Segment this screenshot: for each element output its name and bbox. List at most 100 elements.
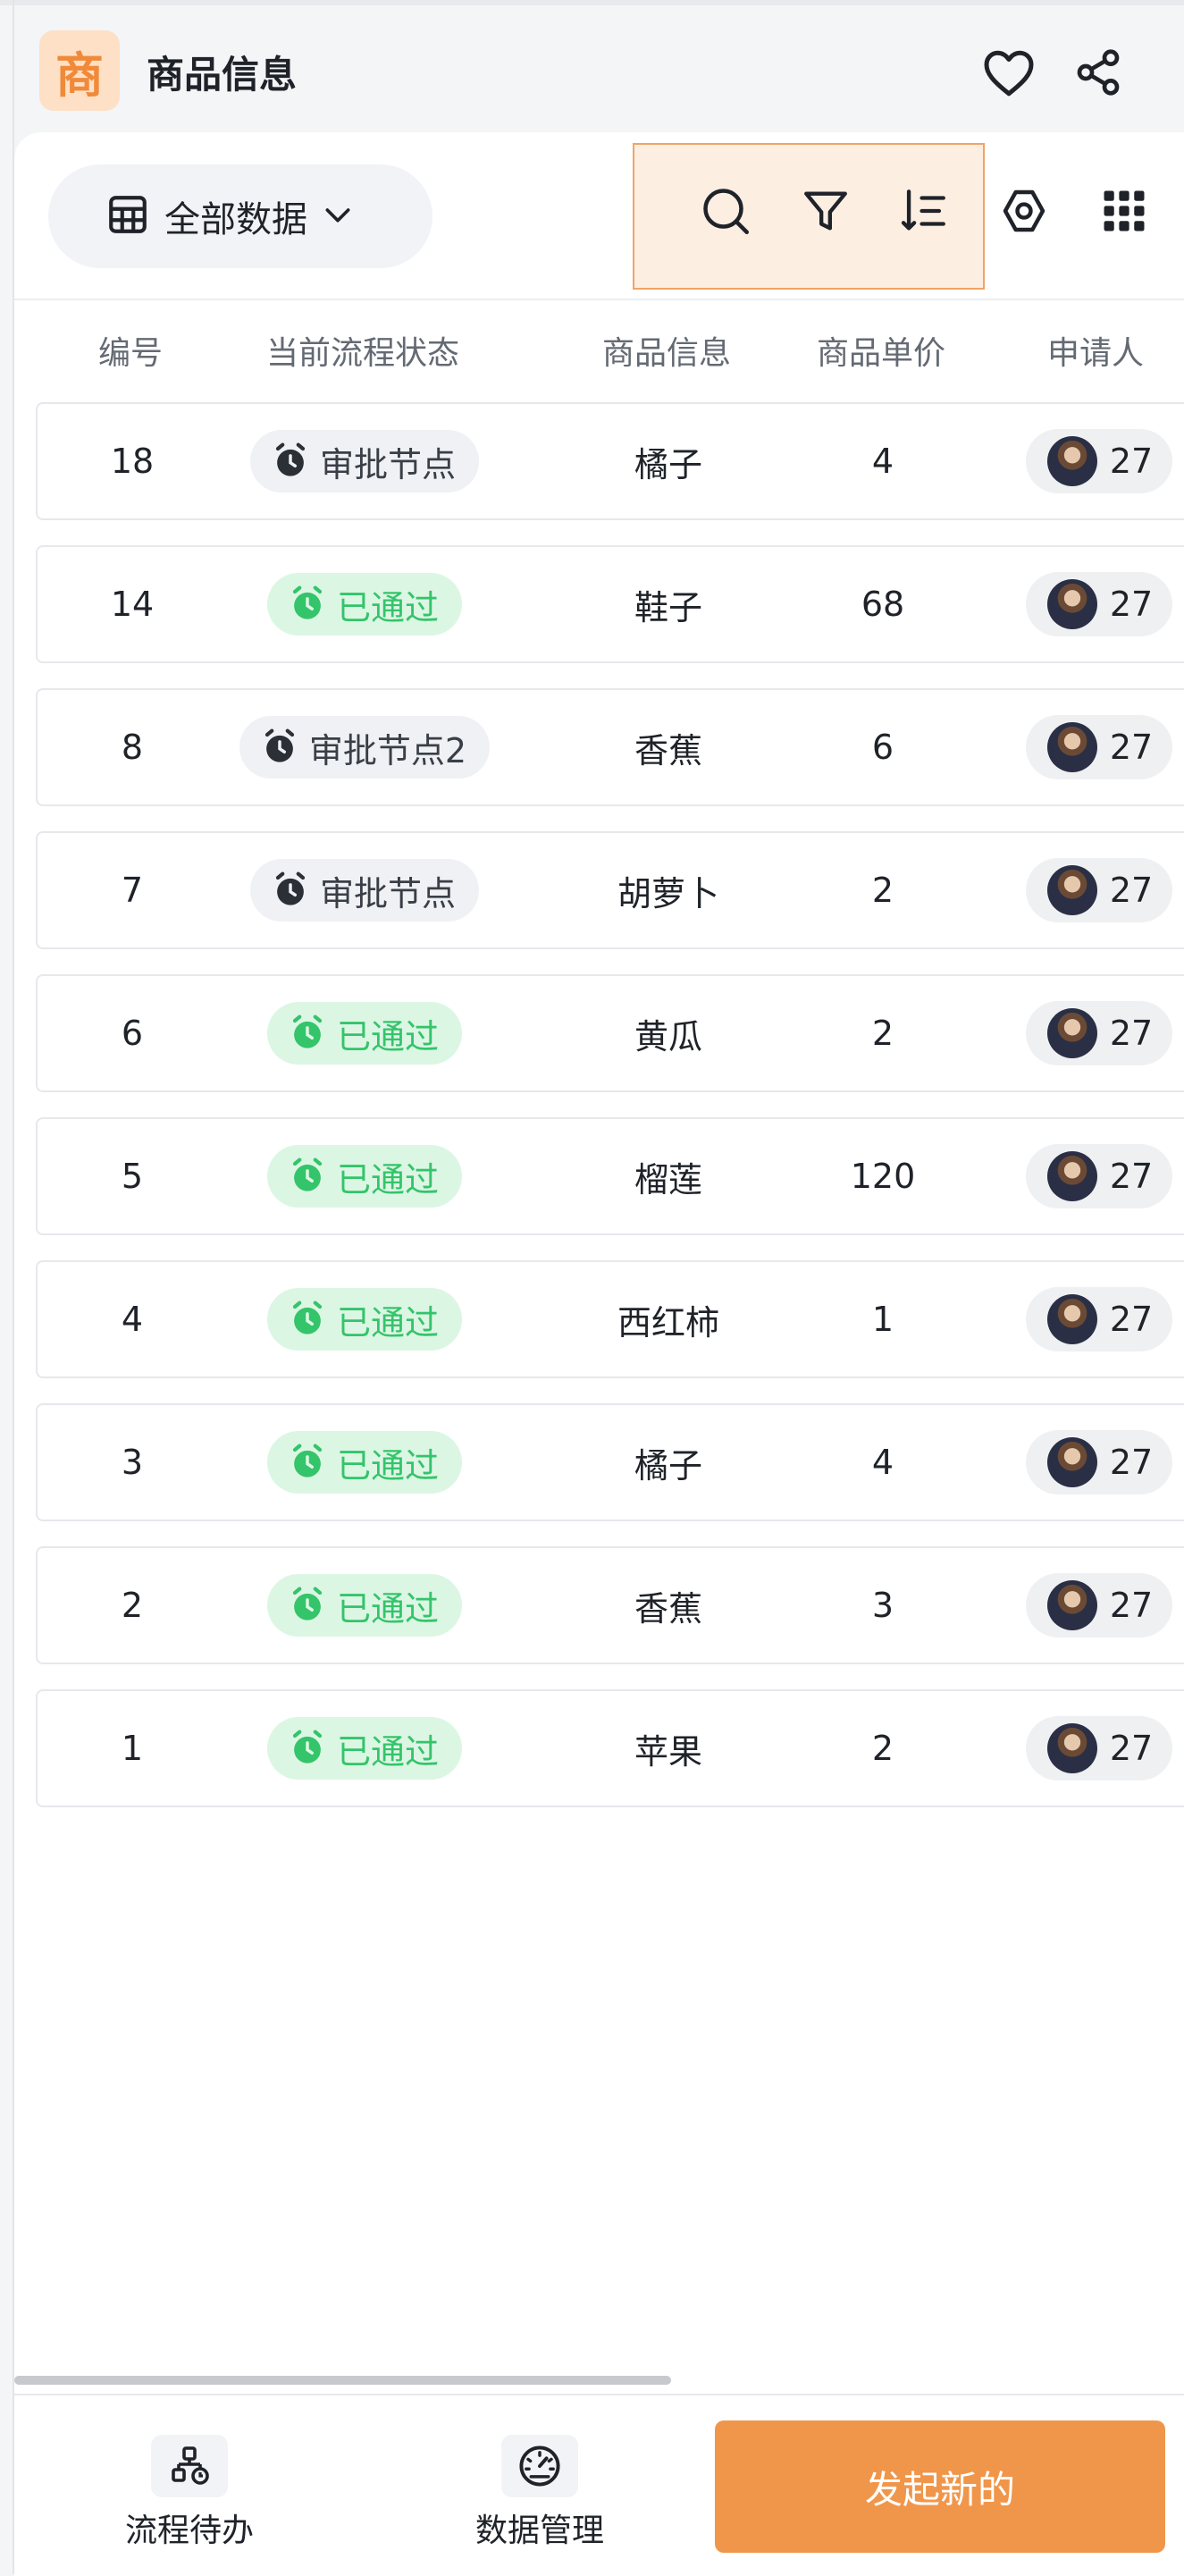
cell-applicant: 27 (999, 1405, 1184, 1520)
applicant-chip[interactable]: 27 (1025, 1287, 1173, 1351)
alarm-clock-icon (289, 1158, 326, 1195)
avatar (1046, 1151, 1097, 1201)
cell-status: 审批节点 (231, 404, 499, 518)
cell-product: 胡萝卜 (617, 873, 719, 913)
status-label: 审批节点 (319, 444, 456, 484)
applicant-name: 27 (1109, 1157, 1154, 1196)
alarm-clock-icon (289, 585, 326, 623)
heart-icon[interactable] (978, 41, 1040, 104)
applicant-name: 27 (1109, 1014, 1154, 1053)
app-logo: 商 (39, 30, 120, 111)
table-row[interactable]: 6 已通过 黄瓜 2 27 (36, 974, 1184, 1092)
applicant-chip[interactable]: 27 (1025, 572, 1173, 636)
alarm-clock-icon (289, 1014, 326, 1052)
table-row[interactable]: 14 已通过 鞋子 68 27 (36, 545, 1184, 663)
applicant-name: 27 (1109, 585, 1154, 624)
cell-price: 6 (871, 728, 894, 767)
cell-price: 2 (871, 1729, 894, 1768)
app-header: 商 商品信息 (14, 5, 1184, 130)
status-badge: 已通过 (266, 1145, 462, 1208)
table-row[interactable]: 5 已通过 榴莲 120 27 (36, 1117, 1184, 1235)
applicant-name: 27 (1109, 1729, 1154, 1768)
alarm-clock-icon (272, 871, 309, 909)
cell-status: 已通过 (231, 1405, 499, 1520)
applicant-name: 27 (1109, 442, 1154, 481)
sort-icon[interactable] (892, 179, 956, 243)
cell-applicant: 27 (999, 404, 1184, 518)
filter-icon[interactable] (794, 179, 858, 243)
applicant-chip[interactable]: 27 (1025, 1573, 1173, 1637)
cell-product: 西红柿 (617, 1302, 719, 1343)
cell-price: 1 (871, 1300, 894, 1339)
data-management-label: 数据管理 (474, 2513, 604, 2549)
column-header-status[interactable]: 当前流程状态 (229, 327, 497, 374)
avatar (1046, 1580, 1097, 1630)
cell-applicant: 27 (999, 976, 1184, 1090)
alarm-clock-icon (272, 442, 309, 480)
alarm-clock-icon (289, 1730, 326, 1767)
status-label: 审批节点 (319, 873, 456, 913)
table-row[interactable]: 2 已通过 香蕉 3 27 (36, 1546, 1184, 1664)
cell-price: 3 (871, 1586, 894, 1625)
applicant-name: 27 (1109, 1300, 1154, 1339)
table-row[interactable]: 18 审批节点 橘子 4 27 (36, 402, 1184, 520)
column-header-applicant[interactable]: 申请人 (997, 327, 1184, 374)
status-badge: 已通过 (266, 1717, 462, 1780)
settings-icon[interactable] (992, 179, 1056, 243)
table-row[interactable]: 1 已通过 苹果 2 27 (36, 1689, 1184, 1807)
cell-product: 苹果 (634, 1731, 702, 1772)
cell-product: 榴莲 (634, 1159, 702, 1200)
cell-id: 6 (121, 1014, 144, 1053)
status-label: 已通过 (336, 1302, 439, 1343)
status-label: 已通过 (336, 1731, 439, 1772)
cell-status: 已通过 (231, 547, 499, 661)
page-title: 商品信息 (147, 53, 298, 97)
cell-id: 1 (121, 1729, 144, 1768)
table-header: 编号 当前流程状态 商品信息 商品单价 申请人 (14, 299, 1184, 381)
cell-product: 黄瓜 (634, 1016, 702, 1056)
view-switcher[interactable]: 全部数据 (48, 164, 432, 268)
cell-price: 4 (871, 442, 894, 481)
applicant-chip[interactable]: 27 (1025, 715, 1173, 779)
share-icon[interactable] (1067, 41, 1129, 104)
cell-id: 7 (121, 871, 144, 910)
horizontal-scrollbar[interactable] (14, 2376, 671, 2385)
start-new-button[interactable]: 发起新的 (715, 2420, 1165, 2553)
applicant-chip[interactable]: 27 (1025, 858, 1173, 922)
table-row[interactable]: 4 已通过 西红柿 1 27 (36, 1260, 1184, 1378)
grid-menu-icon[interactable] (1092, 179, 1156, 243)
workflow-todo-button[interactable]: 流程待办 (100, 2435, 279, 2551)
status-label: 已通过 (336, 1445, 439, 1486)
applicant-chip[interactable]: 27 (1025, 429, 1173, 493)
table-row[interactable]: 8 审批节点2 香蕉 6 27 (36, 688, 1184, 806)
cell-product: 橘子 (634, 1445, 702, 1486)
column-header-id[interactable]: 编号 (50, 327, 211, 374)
cell-product: 香蕉 (634, 730, 702, 770)
applicant-chip[interactable]: 27 (1025, 1430, 1173, 1494)
table-row[interactable]: 7 审批节点 胡萝卜 2 27 (36, 831, 1184, 949)
cell-id: 18 (110, 442, 155, 481)
table-row[interactable]: 3 已通过 橘子 4 27 (36, 1403, 1184, 1521)
avatar (1046, 579, 1097, 629)
column-header-price[interactable]: 商品单价 (783, 327, 979, 374)
table-icon (105, 192, 150, 240)
alarm-clock-icon (289, 1444, 326, 1481)
cell-applicant: 27 (999, 1691, 1184, 1806)
status-label: 已通过 (336, 1588, 439, 1629)
cell-applicant: 27 (999, 690, 1184, 804)
cell-applicant: 27 (999, 547, 1184, 661)
applicant-chip[interactable]: 27 (1025, 1001, 1173, 1065)
applicant-chip[interactable]: 27 (1025, 1144, 1173, 1208)
search-icon[interactable] (693, 179, 758, 243)
cell-status: 已通过 (231, 976, 499, 1090)
applicant-name: 27 (1109, 728, 1154, 767)
cell-status: 审批节点2 (231, 690, 499, 804)
status-badge: 已通过 (266, 1574, 462, 1637)
data-management-button[interactable]: 数据管理 (450, 2435, 629, 2551)
status-badge: 已通过 (266, 573, 462, 636)
workflow-icon (151, 2435, 228, 2497)
status-badge: 审批节点2 (239, 716, 491, 779)
avatar (1046, 1723, 1097, 1773)
applicant-chip[interactable]: 27 (1025, 1716, 1173, 1780)
column-header-product[interactable]: 商品信息 (568, 327, 765, 374)
